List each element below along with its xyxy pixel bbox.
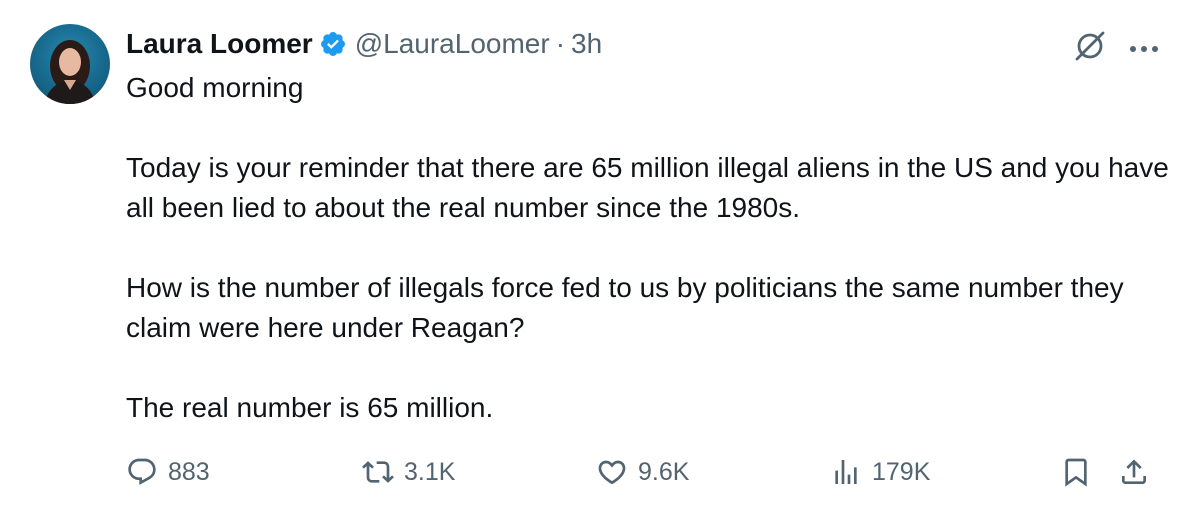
like-button[interactable]: 9.6K: [596, 452, 689, 492]
grok-icon[interactable]: [1072, 28, 1108, 69]
avatar[interactable]: [30, 24, 110, 104]
bookmark-icon: [1065, 458, 1087, 487]
author-name[interactable]: Laura Loomer: [126, 28, 313, 60]
post-line: The real number is 65 million.: [126, 392, 494, 423]
post-line: Good morning: [126, 72, 304, 103]
verified-badge-icon[interactable]: [319, 30, 347, 58]
repost-icon: [362, 461, 394, 483]
repost-count: 3.1K: [404, 457, 456, 486]
share-icon: [1122, 459, 1146, 484]
views-count: 179K: [872, 457, 931, 486]
post-line: How is the number of illegals force fed …: [126, 272, 1124, 343]
post-line: Today is your reminder that there are 65…: [126, 152, 1169, 223]
share-button[interactable]: [1118, 452, 1150, 492]
post-top-actions: [1072, 28, 1164, 69]
post-actions-bar: 883 3.1K 9.6K 179K: [126, 452, 1164, 492]
author-handle[interactable]: @LauraLoomer: [355, 28, 550, 60]
separator-dot: ·: [555, 28, 566, 59]
reply-button[interactable]: 883: [126, 452, 210, 492]
bookmark-button[interactable]: [1060, 452, 1092, 492]
views-button[interactable]: 179K: [830, 452, 930, 492]
reply-count: 883: [168, 457, 210, 486]
more-icon[interactable]: [1130, 44, 1164, 54]
reply-icon: [128, 458, 156, 485]
views-icon: [835, 460, 857, 484]
like-count: 9.6K: [638, 457, 690, 486]
post-header: Laura Loomer @LauraLoomer · 3h: [126, 26, 602, 62]
post-text: Good morning Today is your reminder that…: [126, 68, 1176, 428]
avatar-image: [44, 40, 96, 104]
post-timestamp[interactable]: 3h: [571, 28, 602, 60]
like-icon: [598, 460, 626, 485]
repost-button[interactable]: 3.1K: [362, 452, 455, 492]
